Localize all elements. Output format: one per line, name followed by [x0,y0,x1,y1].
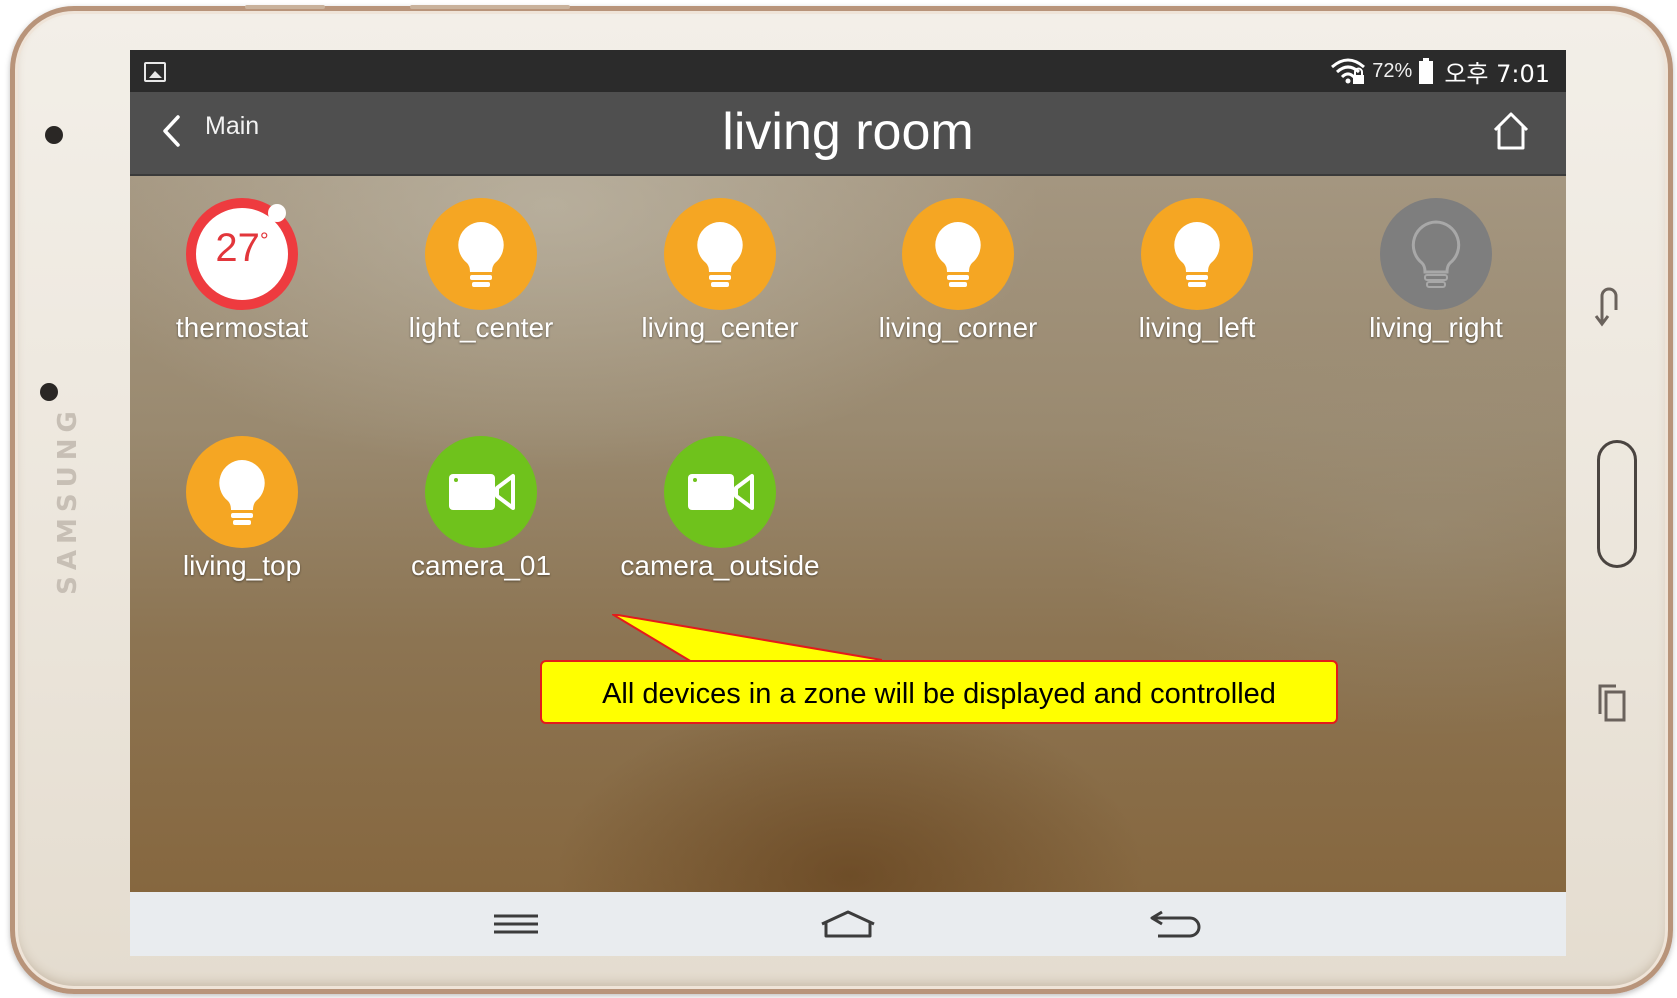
tablet-screen: 72% 오후 7:01 Main living room 27° thermos… [130,50,1566,956]
device-grid: 27° thermostat light_center living_cente… [130,176,1566,892]
device-living-corner[interactable]: living_corner [848,198,1068,344]
video-camera-icon [664,436,776,548]
device-camera-01[interactable]: camera_01 [371,436,591,582]
device-living-top[interactable]: living_top [132,436,352,582]
device-label: living_top [182,550,302,581]
status-time: 오후 7:01 [1444,59,1550,88]
thermostat-value: 27° [196,226,288,271]
frame-seam [245,5,325,9]
device-thermostat[interactable]: 27° thermostat [132,198,352,344]
device-label: living_right [1369,312,1503,343]
thermostat-unit: ° [259,228,269,253]
frame-seam [410,5,570,9]
device-living-left[interactable]: living_left [1087,198,1307,344]
page-title: living room [722,103,974,161]
home-icon[interactable] [818,906,878,942]
device-camera-outside[interactable]: camera_outside [610,436,830,582]
device-label: living_corner [878,312,1038,343]
device-label: camera_01 [410,550,552,581]
lightbulb-icon [186,436,298,548]
device-label: living_left [1138,312,1256,343]
thermostat-temperature: 27 [215,226,260,270]
device-label: living_center [641,312,799,343]
annotation-callout: All devices in a zone will be displayed … [540,660,1338,724]
device-label: thermostat [175,312,309,343]
hardware-back-icon[interactable] [1593,280,1623,330]
thermostat-icon: 27° [186,198,298,310]
home-icon[interactable] [1490,110,1532,152]
gallery-notification-icon [144,62,166,82]
hardware-recent-apps-icon[interactable] [1596,682,1628,724]
wifi-icon [1331,58,1366,84]
lightbulb-off-icon [1380,198,1492,310]
system-nav-bar [130,892,1566,956]
thermostat-notch [268,204,286,222]
menu-icon[interactable] [492,906,540,942]
device-light-center[interactable]: light_center [371,198,591,344]
battery-icon [1419,58,1434,84]
hardware-home-button[interactable] [1597,440,1637,568]
device-label: camera_outside [620,550,820,581]
lightbulb-icon [902,198,1014,310]
app-bar: Main living room [130,92,1566,176]
sensor-dot [40,383,58,401]
annotation-text: All devices in a zone will be displayed … [602,678,1276,710]
back-arrow-icon[interactable] [1148,906,1204,942]
lightbulb-icon [1141,198,1253,310]
lightbulb-icon [664,198,776,310]
device-label: light_center [408,312,554,343]
device-living-right[interactable]: living_right [1326,198,1546,344]
front-camera-dot [45,126,63,144]
lightbulb-icon [425,198,537,310]
device-living-center[interactable]: living_center [610,198,830,344]
battery-percent: 72% [1372,59,1413,82]
video-camera-icon [425,436,537,548]
brand-logo: SAMSUNG [53,405,83,595]
status-bar: 72% 오후 7:01 [130,50,1566,92]
